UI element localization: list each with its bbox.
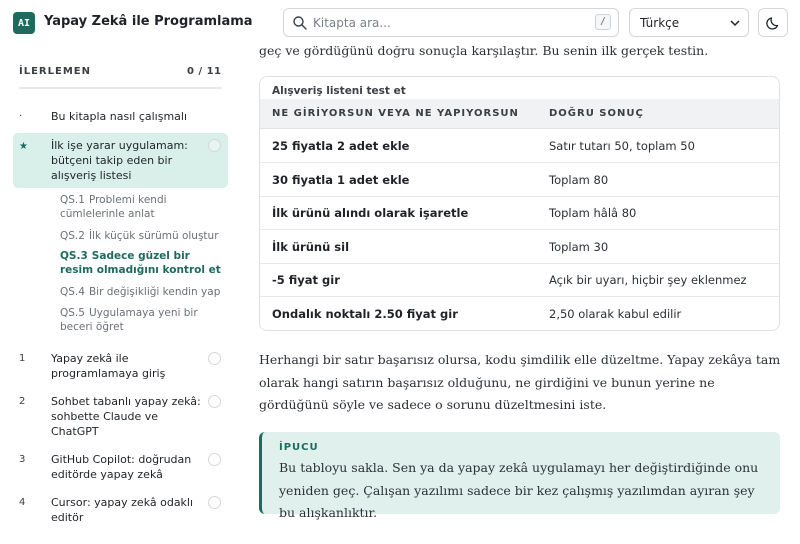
table-cell-expected: Açık bir uyarı, hiçbir şey eklenmez — [549, 273, 747, 287]
table-header-input: NE GİRİYORSUN VEYA NE YAPIYORSUN — [272, 108, 519, 119]
table-cell-input: 25 fiyatla 2 adet ekle — [272, 139, 410, 153]
sidebar-item-chapter-1[interactable]: 1 Yapay zekâ ile programlamaya giriş — [13, 351, 228, 383]
app-title[interactable]: Yapay Zekâ ile Programlama — [44, 14, 253, 29]
body-paragraph: Herhangi bir satır başarısız olursa, kod… — [259, 352, 781, 412]
tip-callout: İPUCU Bu tabloyu sakla. Sen ya da yapay … — [259, 432, 780, 520]
progress-count: 0 / 11 — [187, 66, 222, 77]
main-content: geç ve gördüğünü doğru sonuçla karşılaşt… — [240, 46, 800, 544]
completion-circle-icon[interactable] — [208, 352, 221, 365]
tip-text: Bu tabloyu sakla. Sen ya da yapay zekâ u… — [279, 460, 759, 520]
intro-paragraph: geç ve gördüğünü doğru sonuçla karşılaşt… — [259, 46, 709, 58]
sidebar-item-label: GitHub Copilot: doğrudan editörde yapay … — [51, 453, 192, 481]
sidebar-item-number: · — [19, 111, 23, 122]
moon-icon — [766, 17, 779, 30]
table-row: 25 fiyatla 2 adet ekle Satır tutarı 50, … — [260, 129, 779, 163]
top-bar: AI Yapay Zekâ ile Programlama Kitapta ar… — [0, 0, 800, 46]
tip-label: İPUCU — [279, 442, 319, 453]
table-caption: Alışveriş listeni test et — [272, 85, 406, 97]
completion-circle-icon[interactable] — [208, 395, 221, 408]
sidebar-item-label: Cursor: yapay zekâ odaklı editör — [51, 496, 194, 524]
star-icon: ★ — [19, 141, 28, 152]
sidebar-item-number: 4 — [19, 497, 26, 508]
sidebar-item-number: 2 — [19, 396, 26, 407]
subitem-label: Bir değişikliği kendin yap — [88, 286, 221, 298]
table-header-expected: DOĞRU SONUÇ — [549, 108, 644, 119]
table-cell-expected: Satır tutarı 50, toplam 50 — [549, 139, 695, 153]
sidebar-subitem-qs4[interactable]: QS.4 Bir değişikliği kendin yap — [60, 285, 225, 299]
search-placeholder: Kitapta ara... — [313, 16, 391, 30]
sidebar-item-label: Yapay zekâ ile programlamaya giriş — [51, 352, 166, 380]
table-cell-expected: Toplam 30 — [549, 240, 609, 254]
table-cell-expected: Toplam hâlâ 80 — [549, 206, 637, 220]
table-row: İlk ürünü alındı olarak işaretle Toplam … — [260, 196, 779, 230]
search-icon — [293, 16, 307, 30]
completion-circle-icon[interactable] — [208, 453, 221, 466]
subitem-number: QS.4 — [60, 286, 85, 298]
completion-circle-icon[interactable] — [208, 139, 221, 152]
subitem-label: İlk küçük sürümü oluştur — [88, 230, 219, 242]
subitem-number: QS.5 — [60, 307, 85, 319]
sidebar-item-label: Sohbet tabanlı yapay zekâ: sohbette Clau… — [51, 395, 201, 438]
theme-toggle-button[interactable] — [758, 8, 788, 37]
test-table-card: Alışveriş listeni test et NE GİRİYORSUN … — [259, 76, 780, 331]
table-cell-input: -5 fiyat gir — [272, 273, 340, 287]
table-header: NE GİRİYORSUN VEYA NE YAPIYORSUN DOĞRU S… — [260, 99, 779, 129]
progress-bar — [19, 87, 222, 89]
sidebar-item-number: 1 — [19, 353, 26, 364]
sidebar-item-chapter-2[interactable]: 2 Sohbet tabanlı yapay zekâ: sohbette Cl… — [13, 394, 228, 440]
chevron-down-icon — [730, 20, 740, 27]
subitem-number: QS.2 — [60, 230, 85, 242]
search-shortcut-key: / — [595, 14, 611, 30]
sidebar-item-label: Bu kitapla nasıl çalışmalı — [51, 110, 188, 123]
table-cell-expected: Toplam 80 — [549, 173, 609, 187]
table-row: Ondalık noktalı 2.50 fiyat gir 2,50 olar… — [260, 297, 779, 330]
sidebar-subitem-qs3[interactable]: QS.3 Sadece güzel bir resim olmadığını ko… — [60, 249, 225, 277]
progress-label: İLERLEMEN — [19, 66, 91, 77]
table-row: İlk ürünü sil Toplam 30 — [260, 230, 779, 264]
table-cell-input: İlk ürünü sil — [272, 240, 350, 254]
subitem-number: QS.1 — [60, 194, 85, 206]
sidebar-item-first-app[interactable]: ★ İlk işe yarar uygulamam: bütçeni takip… — [13, 133, 228, 188]
table-cell-input: İlk ürünü alındı olarak işaretle — [272, 206, 469, 220]
language-selected: Türkçe — [640, 16, 680, 30]
sidebar-subitem-qs2[interactable]: QS.2 İlk küçük sürümü oluştur — [60, 229, 225, 243]
language-select[interactable]: Türkçe — [629, 8, 749, 37]
sidebar-item-number: 3 — [19, 454, 26, 465]
subitem-number: QS.3 — [60, 250, 88, 262]
app-logo[interactable]: AI — [13, 12, 35, 34]
sidebar-subitem-qs5[interactable]: QS.5 Uygulamaya yeni bir beceri öğret — [60, 306, 225, 334]
sidebar-item-how-to-use[interactable]: · Bu kitapla nasıl çalışmalı — [13, 109, 228, 125]
sidebar-subitem-qs1[interactable]: QS.1 Problemi kendi cümlelerinle anlat — [60, 193, 225, 221]
table-row: 30 fiyatla 1 adet ekle Toplam 80 — [260, 163, 779, 197]
table-cell-expected: 2,50 olarak kabul edilir — [549, 307, 682, 321]
table-row: -5 fiyat gir Açık bir uyarı, hiçbir şey … — [260, 263, 779, 297]
search-input[interactable]: Kitapta ara... / — [283, 8, 619, 37]
table-cell-input: 30 fiyatla 1 adet ekle — [272, 173, 410, 187]
table-cell-input: Ondalık noktalı 2.50 fiyat gir — [272, 307, 458, 321]
completion-circle-icon[interactable] — [208, 496, 221, 509]
sidebar-item-chapter-3[interactable]: 3 GitHub Copilot: doğrudan editörde yapa… — [13, 452, 228, 484]
sidebar-item-label: İlk işe yarar uygulamam: bütçeni takip e… — [51, 139, 188, 182]
sidebar-item-chapter-4[interactable]: 4 Cursor: yapay zekâ odaklı editör — [13, 495, 228, 527]
sidebar: İLERLEMEN 0 / 11 · Bu kitapla nasıl çalı… — [0, 46, 240, 544]
